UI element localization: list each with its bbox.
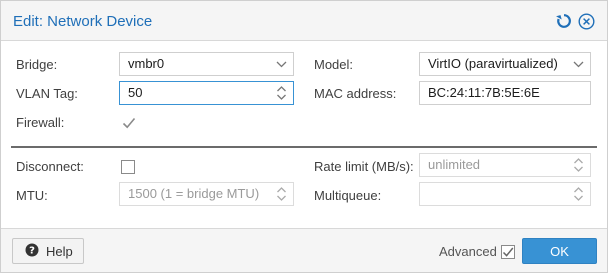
multiqueue-label: Multiqueue: (314, 188, 382, 203)
rate-limit-placeholder: unlimited (428, 157, 481, 172)
mac-address-value: BC:24:11:7B:5E:6E (428, 85, 540, 100)
mac-address-label: MAC address: (314, 86, 397, 101)
spinner-arrows-icon[interactable] (571, 154, 585, 176)
reset-icon[interactable] (555, 12, 573, 30)
rate-limit-spinner[interactable]: unlimited (419, 153, 591, 177)
close-icon[interactable] (577, 12, 595, 30)
svg-text:?: ? (29, 245, 35, 256)
firewall-label: Firewall: (16, 115, 65, 130)
vlan-tag-value: 50 (128, 85, 143, 100)
advanced-separator (11, 146, 597, 148)
mtu-spinner[interactable]: 1500 (1 = bridge MTU) (119, 182, 294, 206)
chevron-down-icon[interactable] (571, 53, 585, 75)
dialog-title: Edit: Network Device (13, 13, 153, 30)
mac-address-input[interactable]: BC:24:11:7B:5E:6E (419, 81, 591, 105)
vlan-tag-spinner[interactable]: 50 (119, 81, 294, 105)
spinner-arrows-icon[interactable] (274, 82, 288, 104)
mtu-placeholder: 1500 (1 = bridge MTU) (128, 186, 260, 201)
dialog-footer: ? Help Advanced OK (1, 228, 607, 272)
model-value: VirtIO (paravirtualized) (428, 56, 558, 71)
bridge-value: vmbr0 (128, 56, 165, 71)
help-icon: ? (25, 243, 39, 260)
model-select[interactable]: VirtIO (paravirtualized) (419, 52, 591, 76)
model-label: Model: (314, 57, 354, 72)
disconnect-label: Disconnect: (16, 159, 84, 174)
multiqueue-spinner[interactable] (419, 182, 591, 206)
bridge-label: Bridge: (16, 57, 58, 72)
firewall-checkbox[interactable] (122, 116, 136, 130)
vlan-tag-label: VLAN Tag: (16, 86, 78, 101)
chevron-down-icon[interactable] (274, 53, 288, 75)
dialog-body: Bridge: vmbr0 VLAN Tag: 50 Firewall: Mod… (1, 42, 607, 227)
dialog-titlebar: Edit: Network Device (1, 1, 607, 41)
bridge-select[interactable]: vmbr0 (119, 52, 294, 76)
spinner-arrows-icon[interactable] (274, 183, 288, 205)
help-button-label: Help (46, 243, 73, 259)
advanced-label: Advanced (439, 244, 497, 259)
disconnect-checkbox[interactable] (121, 160, 135, 174)
edit-network-device-dialog: Edit: Network Device Bridge: vmbr0 VLAN … (0, 0, 608, 273)
spinner-arrows-icon[interactable] (571, 183, 585, 205)
mtu-label: MTU: (16, 188, 48, 203)
advanced-checkbox[interactable] (501, 245, 515, 259)
help-button[interactable]: ? Help (12, 238, 84, 264)
rate-limit-label: Rate limit (MB/s): (314, 159, 414, 174)
ok-button[interactable]: OK (522, 238, 597, 264)
